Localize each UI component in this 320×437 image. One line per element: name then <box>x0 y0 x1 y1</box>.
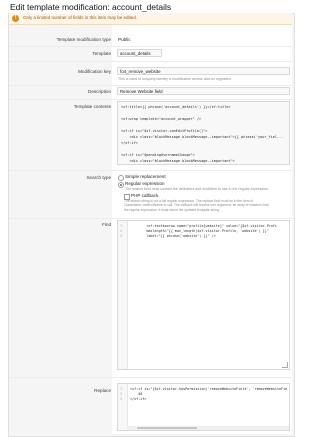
form-label-column <box>9 25 112 434</box>
radio-label: Simple replacement <box>125 174 166 179</box>
code-line: <xf:wrap template="account_wrapper" /> <box>121 117 202 121</box>
warning-icon: ! <box>12 15 19 22</box>
line-number-gutter: 1 2 3 <box>118 384 128 430</box>
line-number-gutter: 1 2 3 <box>118 221 128 369</box>
regex-hint: The search field must contain the delimi… <box>125 187 270 191</box>
resize-handle[interactable] <box>282 362 288 368</box>
line-number: 2 <box>120 392 123 396</box>
template-contents-label: Template contents <box>73 104 111 109</box>
editor-line: <xf:textboxrow name="profile[website]" v… <box>130 224 277 228</box>
line-number: 1 <box>120 387 123 391</box>
description-label: Description <box>88 89 111 94</box>
editor-line: maxlength="{{ max_length($xf.visitor.Pro… <box>130 229 269 233</box>
description-field[interactable]: Remove Website field <box>117 87 290 95</box>
radio-button[interactable] <box>118 181 124 188</box>
modification-key-hint: This is used to uniquely identify a modi… <box>118 77 232 81</box>
line-number: 1 <box>120 224 123 228</box>
page-title: Edit template modification: account_deta… <box>10 2 172 12</box>
row-divider <box>9 218 292 219</box>
code-line: <div class="blockMessage blockMessage--i… <box>121 159 235 163</box>
radio-label: Regular expression <box>125 181 165 186</box>
modification-key-label: Modification key <box>78 69 111 74</box>
editor-line: </xf:if> <box>130 397 147 401</box>
editor-line: $0 <box>130 392 143 396</box>
code-line: <xf:title>{{ phrase('account_details') }… <box>121 105 231 109</box>
replace-label: Replace <box>94 388 111 393</box>
replace-editor[interactable]: 1 2 3 <xf:if is="{$xf.visitor.hasPermiss… <box>117 383 290 431</box>
checkbox-label: PHP callback <box>131 193 159 198</box>
code-line: <xf:if is="$pendingUsernameChange"> <box>121 153 195 157</box>
find-editor[interactable]: 1 2 3 <xf:textboxrow name="profile[websi… <box>117 220 290 370</box>
scrollbar-thumb[interactable] <box>137 427 197 429</box>
search-type-label: Search type <box>86 175 111 180</box>
row-divider <box>9 61 292 62</box>
row-divider <box>9 85 292 86</box>
line-number: 2 <box>120 229 123 233</box>
template-contents-box[interactable]: <xf:title>{{ phrase('account_details') }… <box>117 101 290 165</box>
row-divider <box>9 46 292 47</box>
line-number: 3 <box>120 234 123 238</box>
radio-button[interactable] <box>118 174 124 181</box>
limited-edit-notice: ! Only a limited number of fields in thi… <box>9 13 292 25</box>
horizontal-scrollbar[interactable] <box>127 426 289 430</box>
modification-key-field[interactable]: fo4_remove_website <box>117 67 290 75</box>
php-callback-explain: The search string is not a full regular … <box>124 199 270 212</box>
type-label: Template modification type <box>56 37 111 42</box>
row-divider <box>9 99 292 100</box>
type-value: Public <box>118 37 131 42</box>
row-divider <box>9 377 292 378</box>
code-line: <div class="blockMessage blockMessage--i… <box>121 135 284 139</box>
template-field[interactable]: account_details <box>117 49 162 57</box>
line-number: 3 <box>120 397 123 401</box>
code-line: <xf:if is="$xf.visitor.canEditProfile()"… <box>121 129 208 133</box>
notice-text: Only a limited number of fields in this … <box>23 15 138 20</box>
editor-line: <xf:if is="{$xf.visitor.hasPermission('r… <box>130 387 288 391</box>
row-divider <box>9 170 292 171</box>
editor-line: label="{{ phrase('website') }}" /> <box>130 234 216 238</box>
code-line: </xf:if> <box>121 141 138 145</box>
template-label: Template <box>92 51 111 56</box>
find-label: Find <box>102 222 111 227</box>
